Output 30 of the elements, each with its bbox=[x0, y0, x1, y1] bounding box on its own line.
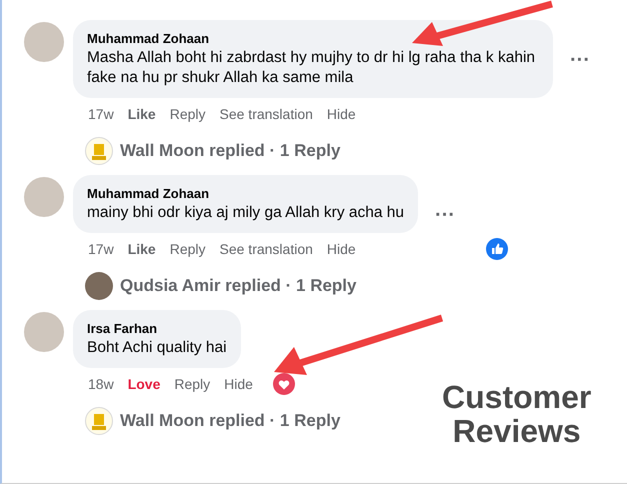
comment-time: 17w bbox=[88, 104, 114, 124]
react-link[interactable]: Like bbox=[128, 238, 156, 260]
action-link[interactable]: See translation bbox=[220, 238, 313, 260]
more-options-icon[interactable]: ··· bbox=[570, 50, 590, 70]
action-link[interactable]: Hide bbox=[326, 238, 356, 260]
replies-link[interactable]: Wall Moon replied · 1 Reply bbox=[120, 408, 340, 434]
comment-time: 17w bbox=[88, 240, 114, 258]
comment-text: mainy bhi odr kiya aj mily ga Allah kry acha hu bbox=[87, 203, 404, 223]
action-link[interactable]: See translation bbox=[220, 104, 313, 124]
comment-time: 18w bbox=[88, 374, 114, 394]
comment-text: Boht Achi quality hai bbox=[87, 338, 227, 358]
replies-link[interactable]: Wall Moon replied · 1 Reply bbox=[120, 138, 340, 164]
action-link[interactable]: Reply bbox=[174, 374, 210, 394]
action-link[interactable]: Reply bbox=[170, 104, 206, 124]
react-link[interactable]: Like bbox=[128, 104, 156, 124]
comment-text: Masha Allah boht hi zabrdast hy mujhy to dr hi lg raha tha k kahin fake na hu pr shukr Allah ka same mila bbox=[87, 48, 536, 88]
author-name[interactable]: Irsa Farhan bbox=[87, 320, 227, 338]
action-link[interactable]: Hide bbox=[224, 374, 253, 394]
action-link[interactable]: Reply bbox=[170, 238, 206, 260]
replies-link[interactable]: Qudsia Amir replied · 1 Reply bbox=[120, 273, 356, 299]
caption-text: Reviews bbox=[452, 414, 581, 448]
caption-text: Customer bbox=[442, 380, 592, 414]
more-options-icon[interactable]: ··· bbox=[435, 205, 456, 225]
author-name[interactable]: Muhammad Zohaan bbox=[87, 30, 539, 48]
avatar-photo bbox=[24, 312, 64, 352]
avatar-photo bbox=[24, 22, 64, 62]
react-link[interactable]: Love bbox=[128, 374, 160, 394]
action-link[interactable]: Hide bbox=[326, 104, 356, 124]
avatar-photo bbox=[24, 177, 64, 217]
author-name[interactable]: Muhammad Zohaan bbox=[87, 185, 404, 203]
